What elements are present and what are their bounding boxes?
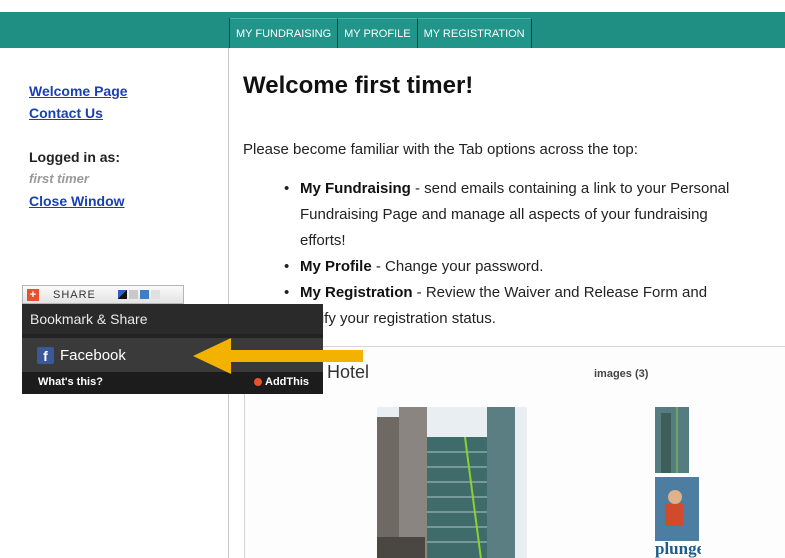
service-icons xyxy=(117,290,160,299)
facebook-icon: f xyxy=(37,346,54,364)
addthis-plus-icon: + xyxy=(27,288,39,301)
tab-my-profile[interactable]: MY PROFILE xyxy=(338,18,418,48)
popup-title: Bookmark & Share xyxy=(22,304,323,334)
more-icon xyxy=(150,290,160,299)
plunge-logo-text: plunge! xyxy=(655,539,701,558)
facebook-label: Facebook xyxy=(60,346,126,364)
welcome-page-link[interactable]: Welcome Page xyxy=(29,83,128,99)
tab-my-fundraising[interactable]: MY FUNDRAISING xyxy=(230,18,339,48)
images-count[interactable]: images (3) xyxy=(594,368,648,380)
bullet-text: - send emails containing a link to your … xyxy=(410,180,730,197)
intro-text: Please become familiar with the Tab opti… xyxy=(243,141,638,158)
list-item: My Fundraising - send emails containing … xyxy=(258,176,785,254)
yellow-arrow-icon xyxy=(193,338,363,374)
tab-my-registration[interactable]: MY REGISTRATION xyxy=(417,18,532,48)
bullet-text: efforts! xyxy=(300,232,346,249)
bullet-text: Fundraising Page and manage all aspects … xyxy=(300,206,708,223)
bullet-term: My Registration xyxy=(300,284,413,301)
close-window-link[interactable]: Close Window xyxy=(29,193,125,209)
user-name: first timer xyxy=(29,171,89,186)
top-bar: MY FUNDRAISING MY PROFILE MY REGISTRATIO… xyxy=(0,0,785,48)
main-content: Welcome first timer! Please become famil… xyxy=(230,48,785,558)
thumbnail-strip[interactable]: plunge! xyxy=(655,407,701,558)
bullet-term: My Fundraising xyxy=(300,180,411,197)
digg-icon xyxy=(128,290,138,299)
whats-this-link[interactable]: What's this? xyxy=(38,376,103,388)
list-item: My Profile - Change your password. xyxy=(258,254,785,280)
contact-us-link[interactable]: Contact Us xyxy=(29,105,103,121)
tab-options-list: My Fundraising - send emails containing … xyxy=(258,176,785,332)
addthis-label: AddThis xyxy=(265,376,309,388)
photo-gallery: Hotel images (3) plunge xyxy=(244,346,785,558)
logged-in-label: Logged in as: xyxy=(29,149,120,165)
page-title: Welcome first timer! xyxy=(243,72,474,99)
addthis-link[interactable]: AddThis xyxy=(254,376,309,388)
bullet-text: verify your registration status. xyxy=(300,310,496,327)
myspace-icon xyxy=(139,290,149,299)
bullet-text: - Review the Waiver and Release Form and xyxy=(412,284,708,301)
addthis-icon xyxy=(254,378,262,386)
delicious-icon xyxy=(117,290,127,299)
bullet-term: My Profile xyxy=(300,258,372,275)
list-item: My Registration - Review the Waiver and … xyxy=(258,280,785,332)
tab-bar: MY FUNDRAISING MY PROFILE MY REGISTRATIO… xyxy=(229,18,532,48)
share-button[interactable]: + SHARE xyxy=(22,285,184,304)
share-label: SHARE xyxy=(53,288,96,301)
bullet-text: - Change your password. xyxy=(371,258,544,275)
hotel-photo[interactable] xyxy=(377,407,527,558)
